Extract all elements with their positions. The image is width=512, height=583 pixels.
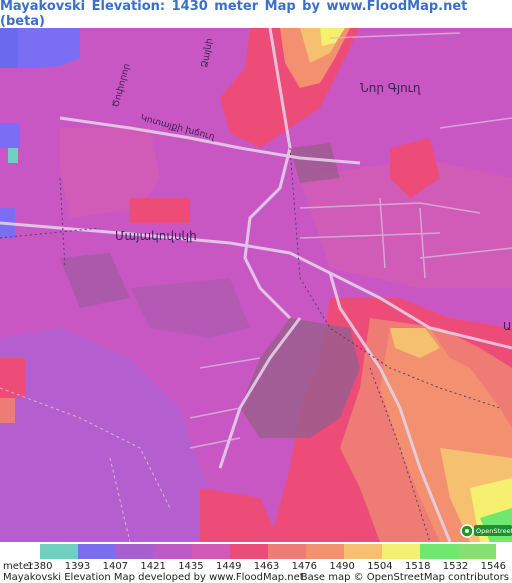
map-label-east-edge: Ա <box>503 320 511 333</box>
map-label-city: Մայակովսկի <box>115 229 197 243</box>
legend-tick-label: 1532 <box>442 561 469 572</box>
legend-swatch <box>40 544 78 559</box>
legend-tick-label: 1435 <box>178 561 204 572</box>
legend-tick-label: 1546 <box>480 561 507 572</box>
legend-tick-label: 1393 <box>64 561 91 572</box>
map-canvas: Մայակովսկի Նոր Գյուղ Ծոփորոր Կոտայքի խճո… <box>0 28 512 542</box>
legend-tick-label: 1421 <box>140 561 166 572</box>
legend-swatch <box>344 544 382 559</box>
legend-tick-label: 1476 <box>291 561 318 572</box>
legend-swatch <box>458 544 496 559</box>
legend-swatch <box>116 544 154 559</box>
legend-swatch <box>78 544 116 559</box>
legend-swatch <box>382 544 420 559</box>
legend-swatch <box>230 544 268 559</box>
lowest-elevation-patch <box>0 123 20 148</box>
legend-swatch <box>2 544 40 559</box>
legend-swatch <box>306 544 344 559</box>
footer-osm-credit: Base map © OpenStreetMap contributors <box>300 572 509 583</box>
legend-tick-label: 1490 <box>329 561 355 572</box>
location-marker-icon[interactable] <box>460 524 474 538</box>
orange-patch-west <box>0 398 15 423</box>
legend-swatch <box>268 544 306 559</box>
legend-swatch <box>420 544 458 559</box>
legend-swatch <box>154 544 192 559</box>
osm-badge-text: OpenStreetMap <box>476 527 512 535</box>
elevation-legend: meter 1380 1393 1407 1421 1435 1449 1463 1476 14… <box>0 542 512 583</box>
footer-credit: Mayakovski Elevation Map developed by ww… <box>3 572 304 583</box>
teal-patch <box>8 148 18 163</box>
red-patch-center <box>130 198 190 223</box>
legend-tick-label: 1518 <box>405 561 431 572</box>
legend-tick-label: 1463 <box>253 561 280 572</box>
osm-badge: OpenStreetMap <box>474 525 512 536</box>
blue-patch <box>0 28 18 68</box>
map-label-nor-gyugh: Նոր Գյուղ <box>360 81 421 95</box>
legend-tick-label: 1407 <box>102 561 129 572</box>
legend-swatch <box>192 544 230 559</box>
header: Mayakovski Elevation: 1430 meter Map by … <box>0 0 512 29</box>
legend-tick-label: 1449 <box>216 561 242 572</box>
map-title: Mayakovski Elevation: 1430 meter Map by … <box>0 0 468 29</box>
legend-tick-label: 1380 <box>27 561 53 572</box>
legend-tick-label: 1504 <box>367 561 393 572</box>
red-patch-west <box>0 358 25 398</box>
elevation-map[interactable]: Մայակովսկի Նոր Գյուղ Ծոփորոր Կոտայքի խճո… <box>0 28 512 542</box>
